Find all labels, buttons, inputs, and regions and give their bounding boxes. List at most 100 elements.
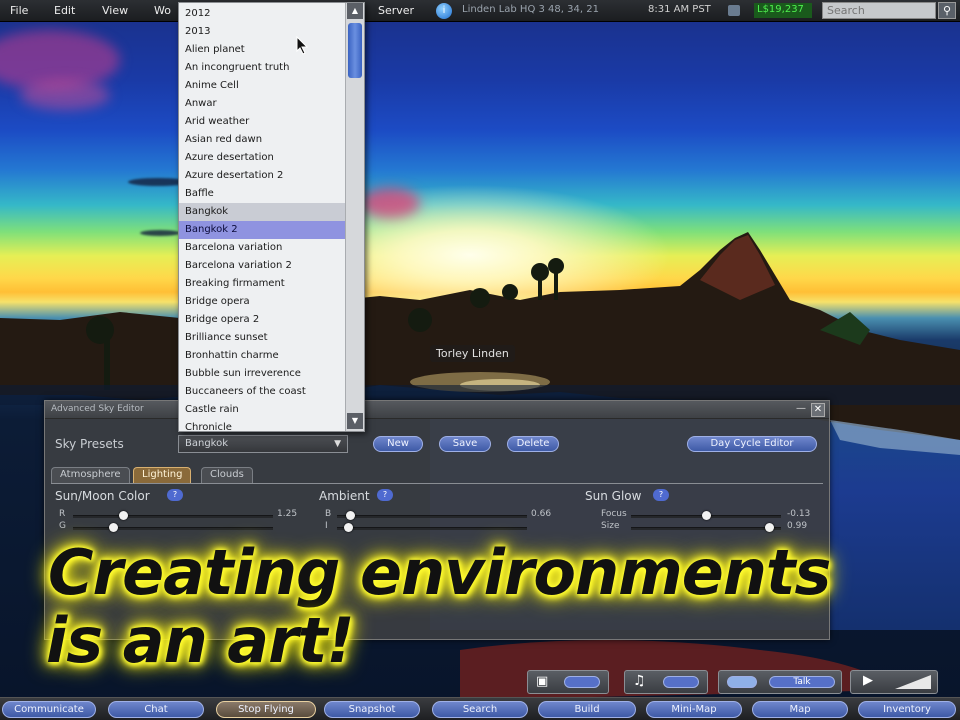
voice-chat-icon[interactable] [727,676,757,688]
media-play-toggle[interactable] [564,676,600,688]
mini-map-button[interactable]: Mini-Map [646,701,742,718]
volume-level-icon[interactable] [895,675,931,689]
slider-label-g: G [59,521,66,531]
stop-flying-button[interactable]: Stop Flying [216,701,316,718]
chat-button[interactable]: Chat [108,701,204,718]
slider-track-b[interactable] [337,515,527,518]
location-label[interactable]: Linden Lab HQ 3 48, 34, 21 [462,4,599,15]
chevron-down-icon[interactable]: ▼ [334,439,341,449]
menu-world[interactable]: Wo [154,4,171,17]
build-button[interactable]: Build [538,701,636,718]
notification-icon[interactable] [728,5,740,16]
inventory-button[interactable]: Inventory [858,701,956,718]
search-icon[interactable]: ⚲ [938,2,956,19]
mouse-cursor-icon [296,36,309,55]
slider-knob-focus[interactable] [701,511,711,520]
preset-combo-value: Bangkok [185,438,229,449]
menu-view[interactable]: View [102,4,128,17]
help-icon[interactable]: ? [377,489,393,501]
dropdown-item[interactable]: Buccaneers of the coast [179,383,345,401]
help-icon[interactable]: ? [167,489,183,501]
info-icon[interactable]: i [436,3,452,19]
dropdown-item[interactable]: Brilliance sunset [179,329,345,347]
caption-line-2: is an art! [46,604,355,677]
search-input[interactable] [822,2,936,19]
dropdown-item[interactable]: Barcelona variation [179,239,345,257]
slider-value-b[interactable]: 0.66 [531,509,551,519]
dropdown-item[interactable]: Asian red dawn [179,131,345,149]
dropdown-item[interactable]: Baffle [179,185,345,203]
ambient-label: Ambient [319,489,370,503]
delete-preset-button[interactable]: Delete [507,436,559,452]
dropdown-item[interactable]: Bangkok 2 [179,221,345,239]
dropdown-item[interactable]: Bubble sun irreverence [179,365,345,383]
search-button[interactable]: Search [432,701,528,718]
sky-preset-dropdown-list[interactable]: 2012 2013 Alien planet An incongruent truth… [178,2,365,432]
slider-label-focus: Focus [601,509,627,519]
media-icon[interactable]: ▣ [536,674,548,689]
tab-clouds[interactable]: Clouds [201,467,253,483]
dropdown-item[interactable]: An incongruent truth [179,59,345,77]
scrollbar-thumb[interactable] [348,23,362,78]
communicate-button[interactable]: Communicate [2,701,96,718]
slider-knob-size[interactable] [764,523,774,532]
volume-controls: ▶ [850,670,938,694]
slider-knob-i[interactable] [344,523,354,532]
dropdown-item[interactable]: Breaking firmament [179,275,345,293]
day-cycle-editor-button[interactable]: Day Cycle Editor [687,436,817,452]
slider-value-size[interactable]: 0.99 [787,521,807,531]
slider-knob-r[interactable] [118,511,128,520]
slider-knob-b[interactable] [346,511,356,520]
tab-atmosphere[interactable]: Atmosphere [51,467,130,483]
dropdown-item[interactable]: Bangkok [179,203,345,221]
slider-track-size[interactable] [631,527,781,530]
dropdown-item[interactable]: Anwar [179,95,345,113]
sky-presets-label: Sky Presets [55,437,124,451]
new-preset-button[interactable]: New [373,436,423,452]
dropdown-item[interactable]: Barcelona variation 2 [179,257,345,275]
slider-track-r[interactable] [73,515,273,518]
map-button[interactable]: Map [752,701,848,718]
music-play-toggle[interactable] [663,676,699,688]
balance-display[interactable]: L$19,237 [754,3,812,18]
snapshot-button[interactable]: Snapshot [324,701,420,718]
tab-lighting[interactable]: Lighting [133,467,192,483]
menu-edit[interactable]: Edit [54,4,75,17]
voice-controls: Talk [718,670,842,694]
menu-server[interactable]: Server [378,4,414,17]
sun-glow-label: Sun Glow [585,489,642,503]
slider-track-i[interactable] [337,527,527,530]
dropdown-item[interactable]: Chronicle [179,419,345,431]
minimize-icon[interactable]: — [795,403,807,417]
menu-file[interactable]: File [10,4,28,17]
scroll-up-icon[interactable]: ▲ [347,3,363,19]
talk-button[interactable]: Talk [769,676,835,688]
help-icon[interactable]: ? [653,489,669,501]
dropdown-item[interactable]: Alien planet [179,41,345,59]
caption-line-1: Creating environments [48,536,831,609]
slider-knob-g[interactable] [109,523,119,532]
slider-track-g[interactable] [73,527,273,530]
dropdown-item[interactable]: Arid weather [179,113,345,131]
dropdown-item[interactable]: Bridge opera [179,293,345,311]
dropdown-item[interactable]: Castle rain [179,401,345,419]
dropdown-item[interactable]: 2012 [179,5,345,23]
scroll-down-icon[interactable]: ▼ [347,413,363,429]
dropdown-scrollbar[interactable]: ▲ ▼ [345,3,364,431]
close-icon[interactable]: ✕ [811,403,825,417]
slider-label-b: B [325,509,332,519]
avatar-name-tag[interactable]: Torley Linden [430,345,515,362]
dropdown-item[interactable]: Azure desertation [179,149,345,167]
slider-value-focus[interactable]: -0.13 [787,509,810,519]
save-preset-button[interactable]: Save [439,436,491,452]
slider-value-r[interactable]: 1.25 [277,509,297,519]
dropdown-item[interactable]: Anime Cell [179,77,345,95]
dropdown-item[interactable]: Azure desertation 2 [179,167,345,185]
sky-preset-combobox[interactable]: Bangkok ▼ [178,435,348,453]
music-note-icon[interactable]: ♫ [633,673,646,689]
dropdown-item[interactable]: 2013 [179,23,345,41]
panel-title-bar[interactable]: Advanced Sky Editor [45,401,829,419]
dropdown-item[interactable]: Bridge opera 2 [179,311,345,329]
dropdown-item[interactable]: Bronhattin charme [179,347,345,365]
speaker-icon[interactable]: ▶ [863,673,873,688]
